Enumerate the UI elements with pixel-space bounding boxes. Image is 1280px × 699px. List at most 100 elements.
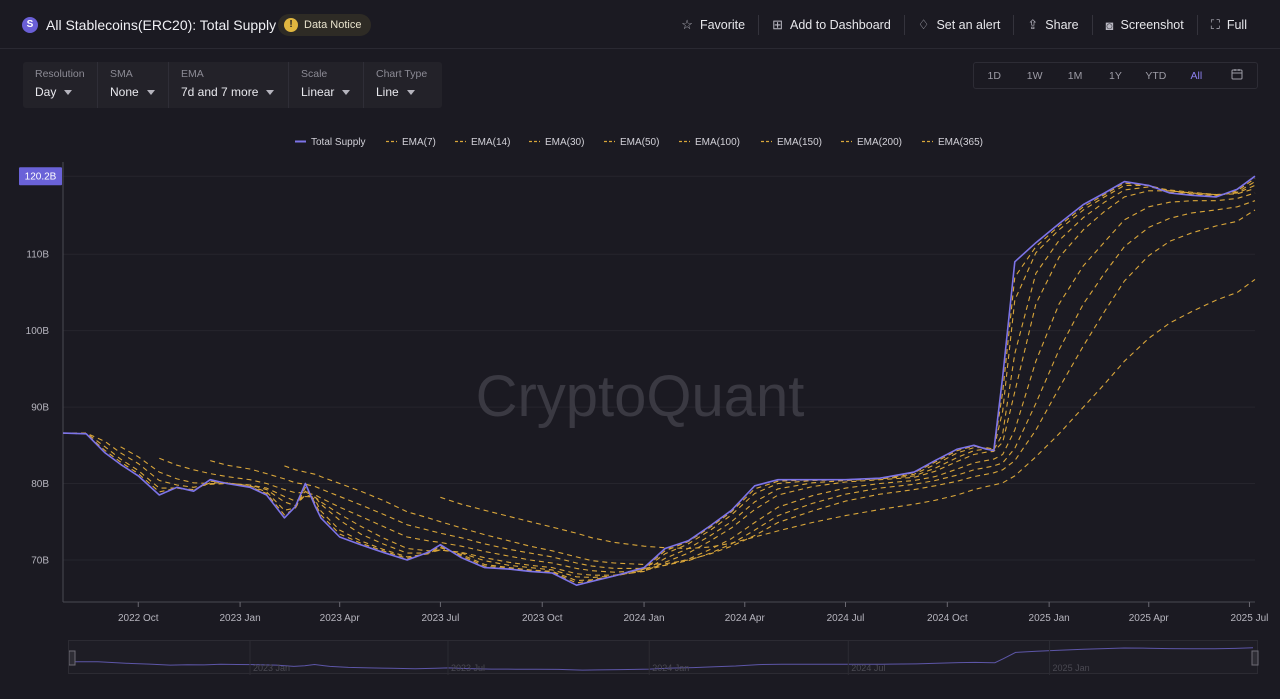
navigator-label: 2024 Jan <box>652 663 689 673</box>
screenshot-label: Screenshot <box>1120 18 1184 32</box>
chart-controls: Resolution Day SMA None EMA 7d and 7 mor… <box>23 62 442 108</box>
y-tick-label: 110B <box>26 250 49 261</box>
scale-label: Scale <box>301 68 328 80</box>
x-tick-label: 2025 Apr <box>1129 613 1170 624</box>
x-tick-label: 2024 Jul <box>827 613 865 624</box>
legend-entry: EMA(30) <box>545 137 584 148</box>
range-ytd-button[interactable]: YTD <box>1136 70 1176 82</box>
y-tick-label: 90B <box>31 403 49 414</box>
top-bar: S All Stablecoins(ERC20): Total Supply !… <box>0 0 1280 49</box>
resolution-label: Resolution <box>35 68 85 80</box>
legend-entry: EMA(365) <box>938 137 983 148</box>
ema-select[interactable]: EMA 7d and 7 more <box>169 62 289 108</box>
time-range-selector: 1D 1W 1M 1Y YTD All <box>973 62 1258 89</box>
watermark: CryptoQuant <box>476 364 805 429</box>
chart-type-label: Chart Type <box>376 68 428 80</box>
y-axis: 70B 80B 90B 100B 110B <box>26 250 50 567</box>
stablecoin-logo-icon: S <box>22 17 38 33</box>
x-tick-label: 2023 Jan <box>220 613 261 624</box>
camera-icon: ◙ <box>1105 17 1114 33</box>
chevron-down-icon <box>266 90 275 96</box>
sma-value: None <box>110 85 139 99</box>
fullscreen-label: Full <box>1226 18 1247 32</box>
chart-type-select[interactable]: Chart Type Line <box>364 62 442 108</box>
resolution-value-wrap: Day <box>35 85 85 99</box>
x-tick-label: 2023 Oct <box>522 613 563 624</box>
calendar-icon-graphic <box>1231 69 1243 80</box>
add-to-dashboard-button[interactable]: ⊞ Add to Dashboard <box>758 15 904 35</box>
sma-value-wrap: None <box>110 85 156 99</box>
x-tick-label: 2022 Oct <box>118 613 159 624</box>
range-1y-button[interactable]: 1Y <box>1095 70 1135 82</box>
set-alert-label: Set an alert <box>936 18 1001 32</box>
range-1w-button[interactable]: 1W <box>1014 70 1054 82</box>
legend-entry: EMA(200) <box>857 137 902 148</box>
share-button[interactable]: ⇪ Share <box>1013 15 1091 35</box>
fullscreen-button[interactable]: ⛶ Full <box>1196 15 1260 35</box>
legend-entry: EMA(50) <box>620 137 659 148</box>
data-notice-label: Data Notice <box>304 19 362 31</box>
y-tick-label: 100B <box>26 326 50 337</box>
x-tick-label: 2023 Apr <box>320 613 361 624</box>
chart-legend: Total Supply EMA(7) EMA(14) EMA(30) EMA(50) E… <box>295 137 983 148</box>
range-navigator[interactable]: 2023 Jan 2023 Jul 2024 Jan 2024 Jul 2025 Jan <box>68 640 1259 675</box>
x-tick-label: 2025 Jul <box>1231 613 1269 624</box>
chevron-down-icon <box>64 90 73 96</box>
fullscreen-icon: ⛶ <box>1210 17 1220 32</box>
navigator-label: 2023 Jul <box>451 663 485 673</box>
chevron-down-icon <box>146 90 155 96</box>
chevron-down-icon <box>342 90 351 96</box>
x-tick-label: 2024 Jan <box>623 613 664 624</box>
y-tick-label: 80B <box>31 479 49 490</box>
navigator-label: 2023 Jan <box>253 663 290 673</box>
dashboard-add-icon: ⊞ <box>772 17 784 32</box>
screenshot-button[interactable]: ◙ Screenshot <box>1091 15 1197 35</box>
stablecoin-supply-chart[interactable]: Total Supply EMA(7) EMA(14) EMA(30) EMA(50) E… <box>0 120 1280 640</box>
legend-entry: Total Supply <box>311 137 365 148</box>
range-1d-button[interactable]: 1D <box>974 70 1014 82</box>
legend-entry: EMA(150) <box>777 137 822 148</box>
bell-icon: ♢ <box>917 17 930 32</box>
x-tick-label: 2024 Oct <box>927 613 968 624</box>
x-tick-label: 2024 Apr <box>725 613 766 624</box>
favorite-button[interactable]: ☆ Favorite <box>668 15 758 35</box>
x-tick-label: 2023 Jul <box>422 613 460 624</box>
set-alert-button[interactable]: ♢ Set an alert <box>903 15 1014 35</box>
legend-entry: EMA(14) <box>471 137 510 148</box>
header-actions: ☆ Favorite ⊞ Add to Dashboard ♢ Set an aler… <box>668 15 1260 35</box>
ema-label: EMA <box>181 68 204 80</box>
range-all-button[interactable]: All <box>1176 70 1216 82</box>
ema-value-wrap: 7d and 7 more <box>181 85 276 99</box>
add-to-dashboard-label: Add to Dashboard <box>790 18 891 32</box>
ema-value: 7d and 7 more <box>181 85 259 99</box>
x-tick-label: 2025 Jan <box>1029 613 1070 624</box>
share-label: Share <box>1045 18 1079 32</box>
warning-icon: ! <box>284 18 298 32</box>
navigator-label: 2025 Jan <box>1053 663 1090 673</box>
chart-type-value-wrap: Line <box>376 85 430 99</box>
calendar-icon[interactable] <box>1217 68 1257 83</box>
star-icon: ☆ <box>681 17 693 32</box>
y-tick-label: 70B <box>31 555 49 566</box>
x-axis: 2022 Oct 2023 Jan 2023 Apr 2023 Jul 2023 Oct… <box>118 602 1268 624</box>
chart-type-value: Line <box>376 85 399 99</box>
navigator-left-handle <box>68 650 76 666</box>
navigator-label: 2024 Jul <box>851 663 885 673</box>
scale-value: Linear <box>301 85 335 99</box>
resolution-select[interactable]: Resolution Day <box>23 62 98 108</box>
navigator-right-handle <box>1251 650 1259 666</box>
resolution-value: Day <box>35 85 57 99</box>
sma-select[interactable]: SMA None <box>98 62 169 108</box>
chevron-down-icon <box>406 90 415 96</box>
current-value-text: 120.2B <box>25 172 57 183</box>
legend-entry: EMA(7) <box>402 137 436 148</box>
favorite-label: Favorite <box>699 18 746 32</box>
share-icon: ⇪ <box>1027 17 1039 32</box>
page-title: All Stablecoins(ERC20): Total Supply <box>46 17 277 33</box>
current-value-label: 120.2B <box>19 167 62 186</box>
data-notice-badge[interactable]: ! Data Notice <box>278 14 372 36</box>
navigator-plot: 2023 Jan 2023 Jul 2024 Jan 2024 Jul 2025 Jan <box>68 641 1259 675</box>
scale-select[interactable]: Scale Linear <box>289 62 364 108</box>
legend-entry: EMA(100) <box>695 137 740 148</box>
range-1m-button[interactable]: 1M <box>1055 70 1095 82</box>
